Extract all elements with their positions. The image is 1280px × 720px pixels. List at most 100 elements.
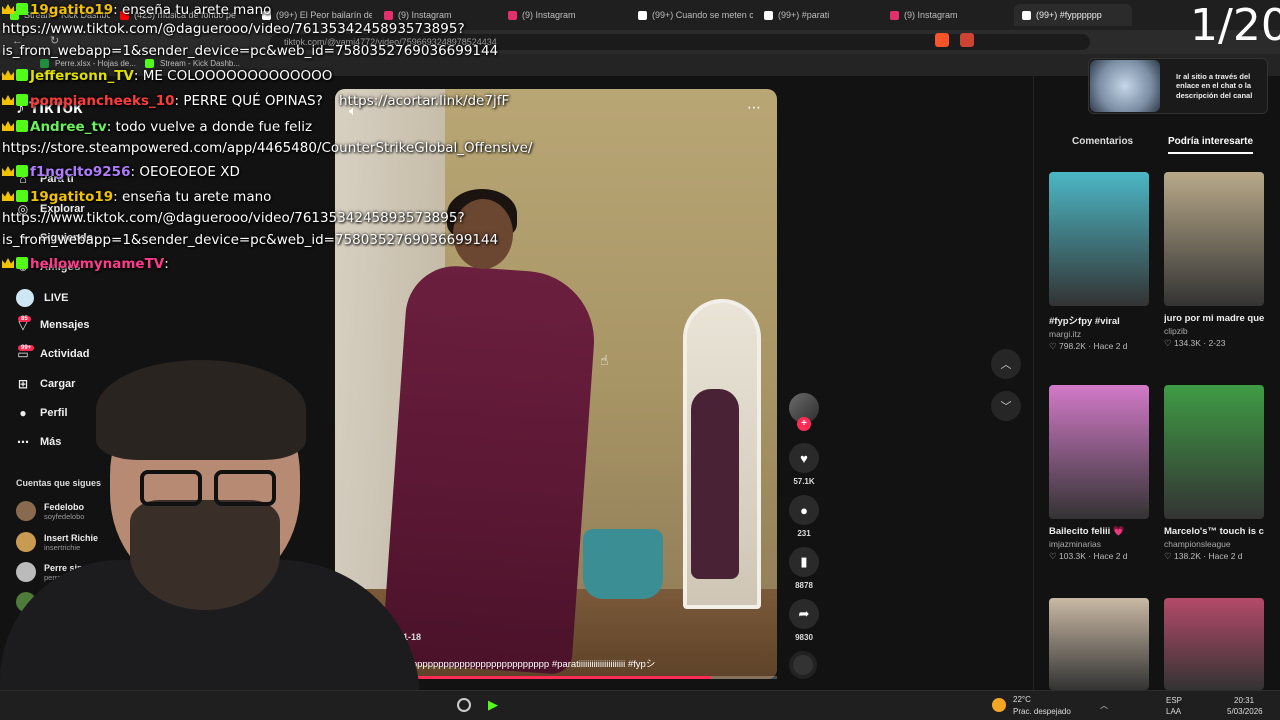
card-thumbnail: [1049, 172, 1149, 306]
clock-time[interactable]: 20:31: [1234, 696, 1254, 705]
browser-tab[interactable]: (9) Instagram: [508, 4, 618, 26]
sheets-icon: [40, 59, 49, 68]
follow-plus-icon[interactable]: +: [797, 417, 811, 431]
chat-username: 19gatito19: [30, 189, 114, 205]
browser-tab[interactable]: (9) Instagram: [890, 4, 1000, 26]
card-thumbnail: [1164, 385, 1264, 519]
sub-badge-icon: [16, 165, 28, 177]
browser-tab[interactable]: (99+) #parati: [764, 4, 879, 26]
extension-icon[interactable]: [935, 33, 949, 47]
card-date: Hace 2 d: [1093, 341, 1128, 351]
card-thumbnail: [1049, 385, 1149, 519]
play-icon[interactable]: ▶: [488, 697, 498, 713]
browser-tab[interactable]: (99+) Cuando se meten co: [638, 4, 753, 26]
sub-badge-icon: [16, 3, 28, 15]
chat-message: is_from_webapp=1&sender_device=pc&web_id…: [2, 43, 498, 59]
more-options-icon[interactable]: ⋯: [747, 99, 761, 116]
chat-message: https://acortar.link/de7jfF: [339, 93, 509, 109]
chat-text: https://www.tiktok.com/@daguerooo/video/…: [2, 21, 465, 37]
like-button[interactable]: ♥ 57.1K: [789, 443, 819, 486]
chevron-up-icon[interactable]: ︿: [1100, 700, 1108, 711]
recommendation-card[interactable]: #fypシfpy #viral margi.itz ♡ 798.2K · Hace …: [1049, 172, 1149, 352]
bookmark-item[interactable]: Stream - Kick Dashb...: [145, 59, 240, 68]
comment-count: 231: [797, 529, 811, 538]
crown-badge-icon: [2, 4, 14, 14]
tab-favicon-icon: [638, 10, 647, 20]
card-meta: ♡ 138.2K · Hace 2 d: [1164, 551, 1264, 562]
music-disc[interactable]: [789, 651, 817, 679]
chat-text: is_from_webapp=1&sender_device=pc&web_id…: [2, 232, 499, 248]
card-thumbnail: [1164, 598, 1264, 690]
next-video-button[interactable]: ﹀: [991, 391, 1021, 421]
chat-text: : PERRE QUÉ OPINAS?: [174, 93, 323, 109]
card-author: imjazminarias: [1049, 539, 1101, 549]
chat-message: f1ngclto9256: OEOEOEOE XD: [2, 164, 240, 180]
weather-desc: Prac. despejado: [1013, 707, 1071, 716]
recommendation-card[interactable]: Bailecito feliii 💗 imjazminarias ♡ 103.3K …: [1049, 385, 1149, 562]
chat-message: https://store.steampowered.com/app/44654…: [2, 140, 532, 156]
chat-message: hellowmynameTV:: [2, 256, 169, 272]
bookmark-label: Perre.xlsx - Hojas de...: [55, 59, 136, 68]
sub-badge-icon: [16, 69, 28, 81]
save-button[interactable]: ▮ 8878: [789, 547, 819, 590]
chat-username: pompiancheeks_10: [30, 93, 175, 109]
tab-label: (99+) Cuando se meten co: [652, 10, 753, 20]
sidebar-item-live[interactable]: LIVE: [16, 289, 68, 307]
browser-tab[interactable]: (99+) #fypppppp: [1014, 4, 1132, 26]
sub-badge-icon: [16, 257, 28, 269]
sidebar-item-label: Actividad: [40, 348, 90, 360]
chat-text: is_from_webapp=1&sender_device=pc&web_id…: [2, 43, 499, 59]
crown-badge-icon: [2, 191, 14, 201]
chat-text: :: [164, 256, 169, 272]
weather-icon[interactable]: [992, 698, 1006, 712]
sidebar-item-label: LIVE: [44, 292, 69, 304]
heart-icon: ♥: [789, 443, 819, 473]
tab-podria-interesarte[interactable]: Podría interesarte: [1168, 136, 1254, 154]
chat-username: 19gatito19: [30, 2, 114, 18]
chat-message: Andree_tv: todo vuelve a donde fue feliz: [2, 119, 312, 135]
video-reflection: [691, 389, 739, 579]
card-separator: ·: [1200, 551, 1209, 561]
tab-comentarios[interactable]: Comentarios: [1072, 136, 1133, 147]
bookmark-item[interactable]: Perre.xlsx - Hojas de...: [40, 59, 136, 68]
card-meta: ♡ 134.3K · 2-23: [1164, 338, 1264, 349]
chat-text: https://acortar.link/de7jfF: [339, 93, 510, 109]
recommendation-card[interactable]: [1049, 598, 1149, 690]
chat-text: https://store.steampowered.com/app/44654…: [2, 140, 533, 156]
card-title: Marcelo's™ touch is cold. 🥶: [1164, 526, 1264, 537]
recommendation-card[interactable]: Marcelo's™ touch is cold. 🥶 championsleag…: [1164, 385, 1264, 562]
chat-text: : enseña tu arete mano: [113, 189, 272, 205]
tab-label: (99+) #parati: [778, 10, 830, 20]
share-button[interactable]: ➦ 9830: [789, 599, 819, 642]
crown-badge-icon: [2, 70, 14, 80]
tab-label: (9) Instagram: [522, 10, 576, 20]
chat-text: : ME COLOOOOOOOOOOOOO: [133, 68, 333, 84]
card-author: margi.itz: [1049, 329, 1082, 339]
card-separator: ·: [1085, 341, 1094, 351]
card-meta: ♡ 798.2K · Hace 2 d: [1049, 341, 1149, 352]
recommendation-card[interactable]: [1164, 598, 1264, 690]
windows-taskbar: 22°C Prac. despejado ︿ ESP LAA 20:31 5/0…: [0, 690, 1280, 720]
extension-badge-icon[interactable]: [960, 33, 974, 47]
crown-badge-icon: [2, 258, 14, 268]
tab-favicon-icon: [384, 10, 393, 20]
heart-icon: ♡: [1049, 551, 1059, 561]
chevron-up-icon: ︿: [1000, 359, 1012, 371]
chevron-down-icon: ﹀: [1000, 401, 1012, 413]
chat-message: is_from_webapp=1&sender_device=pc&web_id…: [2, 232, 498, 248]
live-icon: [16, 289, 34, 307]
previous-video-button[interactable]: ︿: [991, 349, 1021, 379]
language-label[interactable]: ESP: [1166, 696, 1182, 705]
comment-button[interactable]: ● 231: [789, 495, 819, 538]
webcam-glasses-right: [214, 470, 276, 506]
comment-icon: ●: [789, 495, 819, 525]
tab-favicon-icon: [764, 10, 773, 20]
chat-message: Jeffersonn_TV: ME COLOOOOOOOOOOOOO: [2, 68, 332, 84]
chat-message: 19gatito19: enseña tu arete mano: [2, 2, 271, 18]
chat-message: 19gatito19: enseña tu arete mano: [2, 189, 271, 205]
obs-icon[interactable]: [457, 698, 471, 712]
activity-badge: 99+: [18, 345, 35, 351]
recommendation-card[interactable]: juro por mi madre que te sigo (ya lo... c…: [1164, 172, 1264, 349]
tab-label: (99+) El Peor bailarín del m: [276, 10, 372, 20]
card-thumbnail: [1049, 598, 1149, 690]
